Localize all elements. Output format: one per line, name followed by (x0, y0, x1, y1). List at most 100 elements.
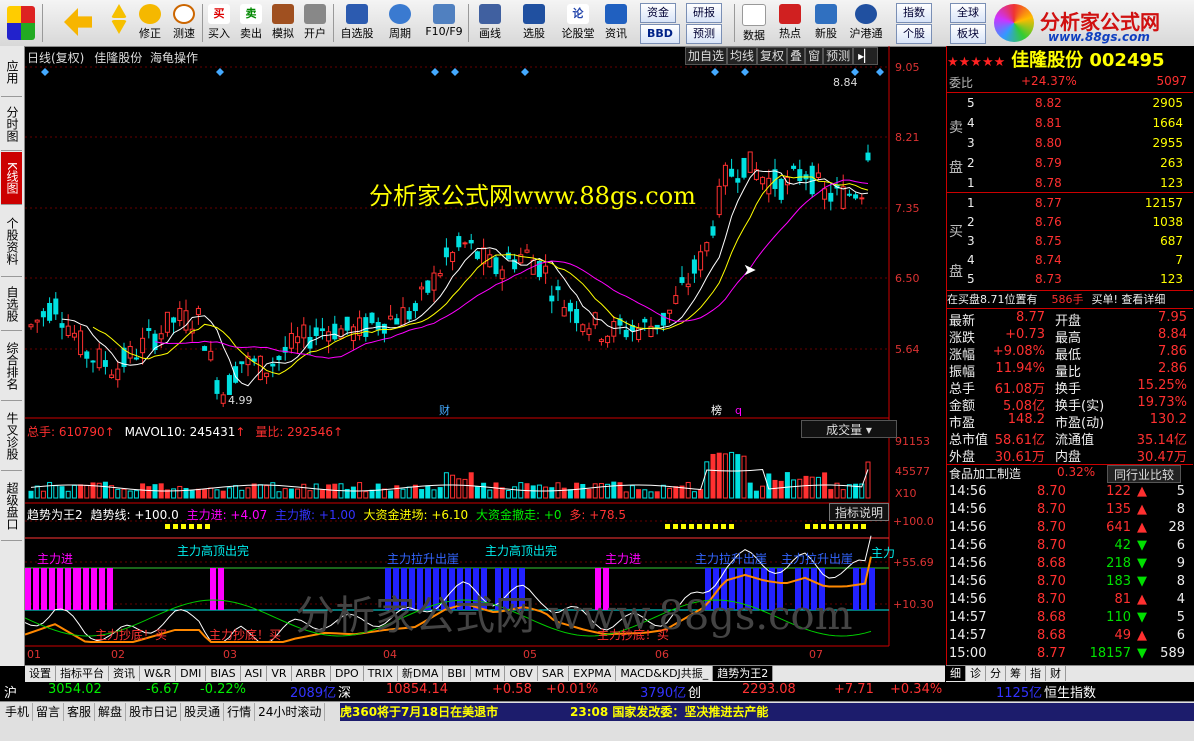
sell-level-row[interactable]: 4 8.81 1664 (947, 116, 1187, 134)
tick-price: 8.68 (1037, 610, 1066, 625)
status-item[interactable]: 股市日记 (126, 703, 182, 721)
simulate-button[interactable]: 模拟 (268, 2, 298, 44)
open-account-button[interactable]: 开户 (300, 2, 330, 44)
sell-level-row[interactable]: 2 8.79 263 (947, 156, 1187, 174)
speed-test-button[interactable]: 测速 (168, 2, 200, 44)
hk-connect-button[interactable]: 沪港通 (846, 2, 886, 44)
news-ticker[interactable]: 虎360将于7月18日在美退市 23:08 国家发改委：坚决推进去产能 (340, 703, 1194, 721)
indicator-tab[interactable]: DMI (176, 666, 207, 681)
indicator-tab[interactable]: 资讯 (109, 666, 140, 681)
chart-area[interactable]: 9.05 8.21 7.35 6.50 5.64 91153 45577 X10… (25, 46, 945, 666)
rank-marker[interactable]: 榜 (711, 403, 722, 417)
indicator-tab[interactable]: MACD&KDJ共振_ (616, 666, 714, 681)
status-item[interactable]: 客服 (64, 703, 96, 721)
volume-bar (586, 488, 592, 499)
sell-button[interactable]: 卖卖出 (236, 2, 266, 44)
back-arrow-icon[interactable] (60, 2, 96, 44)
draw-line-button[interactable]: 画线 (472, 2, 508, 44)
hotspot-button[interactable]: 热点 (774, 2, 806, 44)
ticker-item[interactable]: 23:08 国家发改委：坚决推进去产能 (570, 703, 768, 721)
indicator-tab[interactable]: OBV (505, 666, 538, 681)
indicator-tab[interactable]: VR (267, 666, 292, 681)
bbd-button[interactable]: BBD (640, 24, 680, 44)
indicator-tab[interactable]: 指标平台 (56, 666, 109, 681)
status-item[interactable]: 24小时滚动 (255, 703, 326, 721)
q-marker[interactable]: q (735, 404, 742, 417)
layout-grid-icon[interactable] (4, 2, 38, 44)
indicator-tab[interactable]: 新DMA (398, 666, 444, 681)
indicator-tab[interactable]: BBI (443, 666, 471, 681)
global-button[interactable]: 全球 (950, 3, 986, 23)
buy-level-row[interactable]: 5 8.73 123 (947, 272, 1187, 290)
forecast-chart-button[interactable]: 预测 (823, 47, 854, 65)
detail-tab[interactable]: 指 (1026, 666, 1046, 681)
scroll-up-icon[interactable] (108, 2, 130, 44)
status-item[interactable]: 解盘 (95, 703, 127, 721)
tab-apps[interactable]: 应用 (1, 48, 22, 97)
forecast-button[interactable]: 预测 (686, 24, 722, 44)
research-button[interactable]: 研报 (686, 3, 722, 23)
finance-marker[interactable]: 财 (439, 403, 450, 417)
news-button[interactable]: 资讯 (600, 2, 632, 44)
tab-watchlist[interactable]: 自选股 (1, 278, 22, 331)
ticker-item[interactable]: 虎360将于7月18日在美退市 (340, 705, 498, 719)
add-watchlist-button[interactable]: 加自选 (685, 47, 728, 65)
sh-pct: -0.22% (200, 682, 246, 697)
period-button[interactable]: 周期 (382, 2, 418, 44)
play-arrow-icon[interactable]: ▸▏ (853, 47, 879, 65)
indicator-tab[interactable]: SAR (538, 666, 570, 681)
f10-button[interactable]: F10/F9 (422, 2, 466, 44)
status-item[interactable]: 行情 (224, 703, 256, 721)
ma-button[interactable]: 均线 (727, 47, 758, 65)
select-stock-button[interactable]: 选股 (516, 2, 552, 44)
fix-button[interactable]: 修正 (134, 2, 166, 44)
tab-intraday[interactable]: 分时图 (1, 98, 22, 151)
detail-tab[interactable]: 诊 (966, 666, 986, 681)
buy-level-row[interactable]: 1 8.77 12157 (947, 196, 1187, 214)
indicator-help-button[interactable]: 指标说明 (829, 503, 889, 521)
adjust-button[interactable]: 复权 (757, 47, 788, 65)
detail-tab[interactable]: 细 (946, 666, 966, 681)
sell-level-row[interactable]: 5 8.82 2905 (947, 96, 1187, 114)
buy-level-row[interactable]: 2 8.76 1038 (947, 215, 1187, 233)
tab-orderbook[interactable]: 超级盘口 (1, 472, 22, 541)
detail-tab[interactable]: 筹 (1006, 666, 1026, 681)
sell-level-row[interactable]: 3 8.80 2955 (947, 136, 1187, 154)
indicator-tab[interactable]: TRIX (364, 666, 398, 681)
buy-level-row[interactable]: 4 8.74 7 (947, 253, 1187, 271)
indicator-tab[interactable]: EXPMA (569, 666, 617, 681)
data-button[interactable]: 数据 (738, 2, 770, 44)
indicator-tab[interactable]: W&R (140, 666, 177, 681)
industry-compare-button[interactable]: 同行业比较 (1107, 465, 1182, 483)
individual-button[interactable]: 个股 (896, 24, 932, 44)
indicator-tab[interactable]: DPO (331, 666, 364, 681)
status-item[interactable]: 手机 (2, 703, 34, 721)
buy-level-row[interactable]: 3 8.75 687 (947, 234, 1187, 252)
chart-canvas[interactable]: 9.05 8.21 7.35 6.50 5.64 91153 45577 X10… (25, 46, 945, 666)
tab-ranking[interactable]: 综合排名 (1, 332, 22, 401)
buy-button[interactable]: 买买入 (204, 2, 234, 44)
new-stock-button[interactable]: 新股 (810, 2, 842, 44)
fund-button[interactable]: 资金 (640, 3, 676, 23)
volume-selector[interactable]: 成交量 ▾ (801, 420, 897, 438)
detail-tab[interactable]: 财 (1046, 666, 1066, 681)
index-button[interactable]: 指数 (896, 3, 932, 23)
status-item[interactable]: 股灵通 (181, 703, 225, 721)
watchlist-button[interactable]: 自选股 (336, 2, 378, 44)
tab-diagnosis[interactable]: 牛叉诊股 (1, 402, 22, 471)
indicator-tab[interactable]: ASI (241, 666, 268, 681)
indicator-tab[interactable]: ARBR (292, 666, 331, 681)
forum-button[interactable]: 论论股堂 (558, 2, 598, 44)
overlay-button[interactable]: 叠 (787, 47, 806, 65)
tab-profile[interactable]: 个股资料 (1, 206, 22, 277)
tab-kline[interactable]: K线图 (1, 152, 22, 205)
indicator-tab[interactable]: MTM (471, 666, 506, 681)
indicator-tab[interactable]: 设置 (25, 666, 56, 681)
sector-button[interactable]: 板块 (950, 24, 986, 44)
status-item[interactable]: 留言 (33, 703, 65, 721)
big-order-alert[interactable]: 在买盘8.71位置有 586手 买单! 查看详细 (947, 291, 1187, 309)
indicator-tab[interactable]: 趋势为王2 (713, 666, 774, 681)
indicator-tab[interactable]: BIAS (206, 666, 241, 681)
detail-tab[interactable]: 分 (986, 666, 1006, 681)
window-button[interactable]: 窗 (805, 47, 824, 65)
